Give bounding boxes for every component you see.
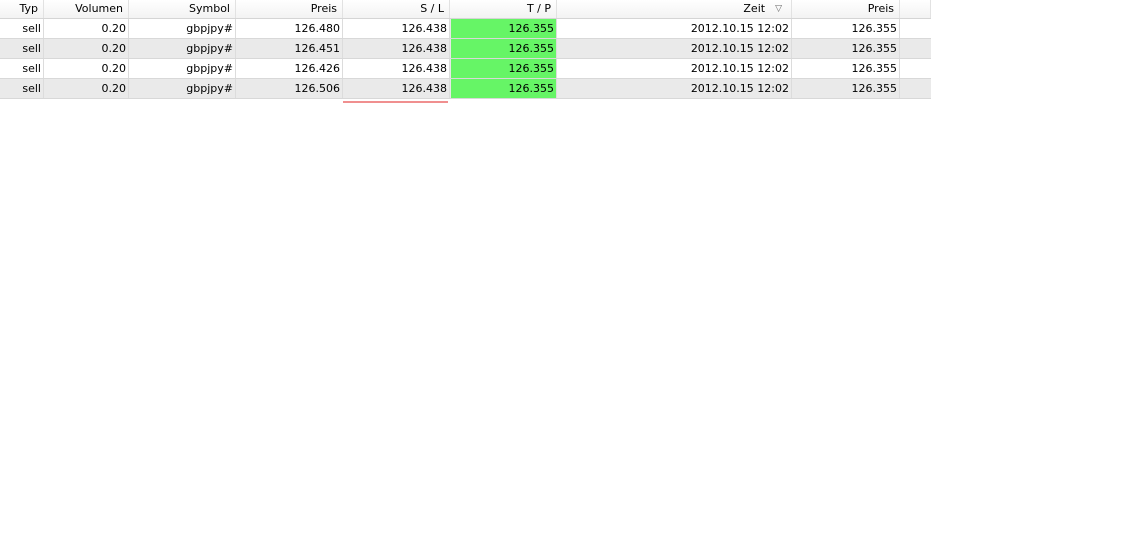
cell-preis-current: 126.355 <box>792 59 900 78</box>
sort-descending-icon: ▽ <box>775 4 782 14</box>
column-header-typ[interactable]: Typ <box>0 0 44 18</box>
cell-filler <box>900 19 931 38</box>
cell-sl: 126.438 <box>343 79 450 98</box>
cell-preis-current: 126.355 <box>792 39 900 58</box>
cell-tp: 126.355 <box>450 19 557 38</box>
column-header-label: Preis <box>310 2 337 15</box>
cell-typ: sell <box>0 59 44 78</box>
cell-filler <box>900 39 931 58</box>
cell-volumen: 0.20 <box>44 39 129 58</box>
column-header-label: Typ <box>19 2 39 15</box>
column-header-zeit[interactable]: Zeit ▽ <box>557 0 792 18</box>
cell-tp: 126.355 <box>450 79 557 98</box>
cell-preis-current: 126.355 <box>792 79 900 98</box>
cell-tp: 126.355 <box>450 39 557 58</box>
cell-volumen: 0.20 <box>44 59 129 78</box>
cell-filler <box>900 59 931 78</box>
cell-preis: 126.451 <box>236 39 343 58</box>
cell-typ: sell <box>0 19 44 38</box>
column-header-label: T / P <box>526 2 551 15</box>
table-row[interactable]: sell 0.20 gbpjpy# 126.426 126.438 126.35… <box>0 59 931 79</box>
cell-sl: 126.438 <box>343 59 450 78</box>
cell-preis-current: 126.355 <box>792 19 900 38</box>
cell-sl: 126.438 <box>343 19 450 38</box>
cell-symbol: gbpjpy# <box>129 79 236 98</box>
cell-volumen: 0.20 <box>44 79 129 98</box>
cell-symbol: gbpjpy# <box>129 59 236 78</box>
column-header-sl[interactable]: S / L <box>343 0 450 18</box>
cell-symbol: gbpjpy# <box>129 39 236 58</box>
column-header-tp[interactable]: T / P <box>450 0 557 18</box>
cell-sl: 126.438 <box>343 39 450 58</box>
cell-zeit: 2012.10.15 12:02 <box>557 19 792 38</box>
table-row[interactable]: sell 0.20 gbpjpy# 126.506 126.438 126.35… <box>0 79 931 99</box>
column-header-label: Preis <box>867 2 894 15</box>
cell-tp: 126.355 <box>450 59 557 78</box>
cell-typ: sell <box>0 39 44 58</box>
cell-volumen: 0.20 <box>44 19 129 38</box>
column-header-label: Volumen <box>75 2 123 15</box>
cell-zeit: 2012.10.15 12:02 <box>557 39 792 58</box>
cell-filler <box>900 79 931 98</box>
column-header-volumen[interactable]: Volumen <box>44 0 129 18</box>
column-header-preis-current[interactable]: Preis <box>792 0 900 18</box>
column-header-label: S / L <box>420 2 444 15</box>
cell-zeit: 2012.10.15 12:02 <box>557 79 792 98</box>
column-header-filler <box>900 0 931 18</box>
table-row[interactable]: sell 0.20 gbpjpy# 126.480 126.438 126.35… <box>0 19 931 39</box>
table-header: Typ Volumen Symbol Preis S / L T / P Zei… <box>0 0 931 19</box>
column-header-preis[interactable]: Preis <box>236 0 343 18</box>
cell-preis: 126.480 <box>236 19 343 38</box>
cell-preis: 126.426 <box>236 59 343 78</box>
sl-level-marker <box>343 101 448 103</box>
orders-table: Typ Volumen Symbol Preis S / L T / P Zei… <box>0 0 931 99</box>
cell-symbol: gbpjpy# <box>129 19 236 38</box>
cell-preis: 126.506 <box>236 79 343 98</box>
table-row[interactable]: sell 0.20 gbpjpy# 126.451 126.438 126.35… <box>0 39 931 59</box>
column-header-symbol[interactable]: Symbol <box>129 0 236 18</box>
cell-typ: sell <box>0 79 44 98</box>
column-header-label: Zeit <box>743 2 766 15</box>
column-header-label: Symbol <box>189 2 230 15</box>
cell-zeit: 2012.10.15 12:02 <box>557 59 792 78</box>
